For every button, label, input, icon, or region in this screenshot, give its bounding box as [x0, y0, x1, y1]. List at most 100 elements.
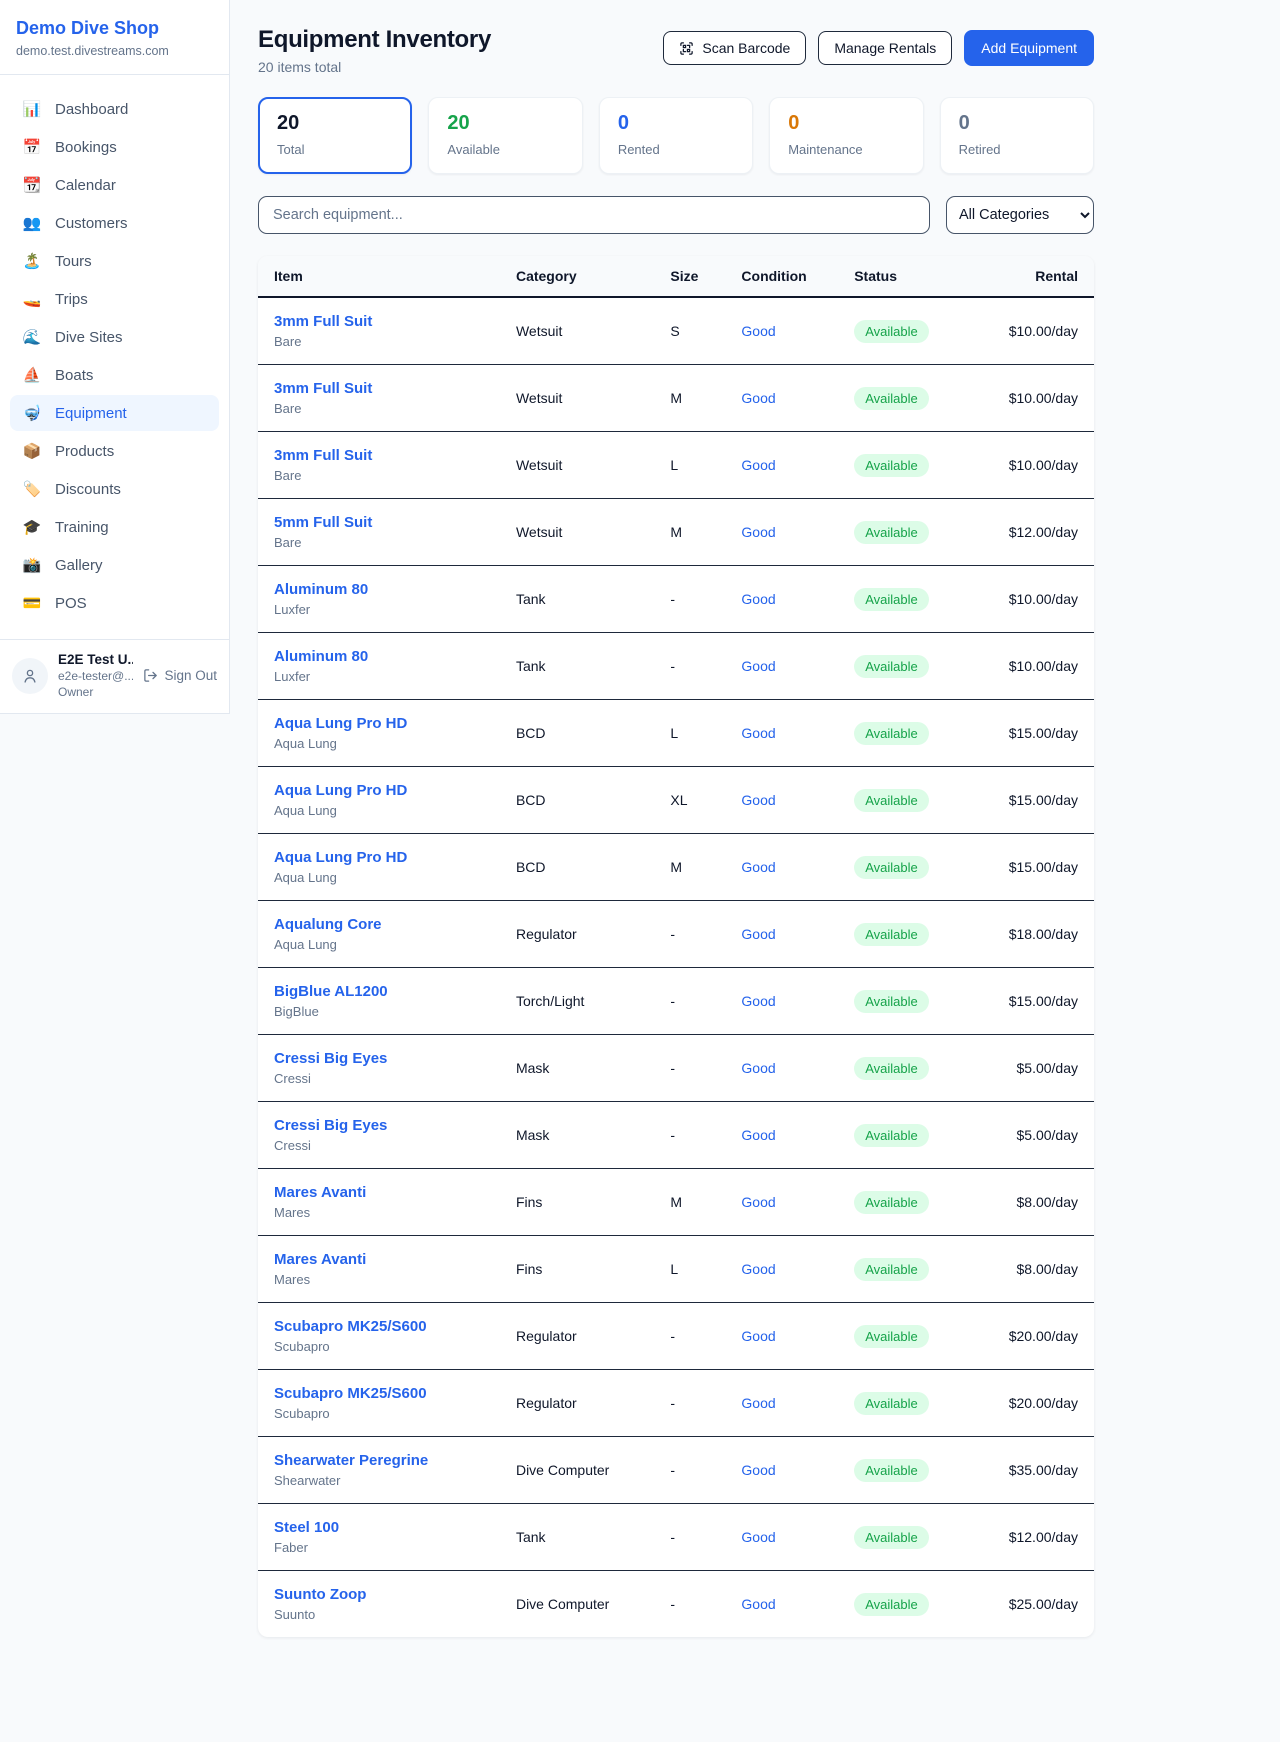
- sign-out-button[interactable]: Sign Out: [143, 668, 217, 683]
- item-name-link[interactable]: Aqualung Core: [274, 916, 484, 933]
- sidebar-item-products[interactable]: 📦 Products: [10, 433, 219, 469]
- column-header-condition: Condition: [725, 256, 838, 297]
- item-name-link[interactable]: Suunto Zoop: [274, 1586, 484, 1603]
- item-brand: Bare: [274, 535, 484, 550]
- item-size: M: [654, 365, 725, 432]
- item-condition: Good: [725, 633, 838, 700]
- barcode-scan-icon: [679, 41, 694, 56]
- status-badge: Available: [854, 1057, 929, 1080]
- item-name-link[interactable]: 5mm Full Suit: [274, 514, 484, 531]
- stat-card-available[interactable]: 20 Available: [428, 97, 582, 174]
- sidebar-item-trips[interactable]: 🚤 Trips: [10, 281, 219, 317]
- sidebar: Demo Dive Shop demo.test.divestreams.com…: [0, 0, 230, 714]
- item-category: Regulator: [500, 901, 654, 968]
- item-brand: Faber: [274, 1540, 484, 1555]
- item-name-link[interactable]: 3mm Full Suit: [274, 447, 484, 464]
- item-brand: Bare: [274, 468, 484, 483]
- people-icon: 👥: [22, 214, 42, 232]
- item-name-link[interactable]: Mares Avanti: [274, 1251, 484, 1268]
- item-rental-rate: $15.00/day: [993, 968, 1094, 1035]
- manage-rentals-button[interactable]: Manage Rentals: [818, 31, 952, 65]
- item-rental-rate: $10.00/day: [993, 297, 1094, 365]
- table-row: Aqua Lung Pro HD Aqua Lung BCD L Good Av…: [258, 700, 1094, 767]
- item-condition: Good: [725, 566, 838, 633]
- item-condition: Good: [725, 1571, 838, 1638]
- item-brand: Aqua Lung: [274, 736, 484, 751]
- item-size: -: [654, 566, 725, 633]
- item-category: Fins: [500, 1236, 654, 1303]
- item-size: XL: [654, 767, 725, 834]
- item-category: Tank: [500, 1504, 654, 1571]
- sidebar-item-tours[interactable]: 🏝️ Tours: [10, 243, 219, 279]
- item-category: Fins: [500, 1169, 654, 1236]
- item-name-link[interactable]: Aqua Lung Pro HD: [274, 782, 484, 799]
- scan-barcode-button[interactable]: Scan Barcode: [663, 31, 806, 65]
- item-name-link[interactable]: Aqua Lung Pro HD: [274, 849, 484, 866]
- item-rental-rate: $10.00/day: [993, 633, 1094, 700]
- sidebar-item-dive-sites[interactable]: 🌊 Dive Sites: [10, 319, 219, 355]
- table-row: Aluminum 80 Luxfer Tank - Good Available…: [258, 566, 1094, 633]
- stat-value: 20: [447, 112, 563, 135]
- item-name-link[interactable]: Cressi Big Eyes: [274, 1117, 484, 1134]
- status-badge: Available: [854, 990, 929, 1013]
- sidebar-item-gallery[interactable]: 📸 Gallery: [10, 547, 219, 583]
- shop-name[interactable]: Demo Dive Shop: [16, 18, 213, 39]
- item-name-link[interactable]: Mares Avanti: [274, 1184, 484, 1201]
- item-size: M: [654, 499, 725, 566]
- table-row: Cressi Big Eyes Cressi Mask - Good Avail…: [258, 1035, 1094, 1102]
- item-name-link[interactable]: Scubapro MK25/S600: [274, 1318, 484, 1335]
- sidebar-item-training[interactable]: 🎓 Training: [10, 509, 219, 545]
- item-condition: Good: [725, 1169, 838, 1236]
- item-rental-rate: $8.00/day: [993, 1236, 1094, 1303]
- item-name-link[interactable]: Cressi Big Eyes: [274, 1050, 484, 1067]
- stat-card-retired[interactable]: 0 Retired: [940, 97, 1094, 174]
- stat-card-maintenance[interactable]: 0 Maintenance: [769, 97, 923, 174]
- stat-card-rented[interactable]: 0 Rented: [599, 97, 753, 174]
- item-name-link[interactable]: Aluminum 80: [274, 648, 484, 665]
- bar-chart-icon: 📊: [22, 100, 42, 118]
- item-name-link[interactable]: Steel 100: [274, 1519, 484, 1536]
- item-name-link[interactable]: 3mm Full Suit: [274, 380, 484, 397]
- sidebar-item-boats[interactable]: ⛵ Boats: [10, 357, 219, 393]
- column-header-rental: Rental: [993, 256, 1094, 297]
- sidebar-item-label: Boats: [55, 367, 93, 384]
- tag-icon: 🏷️: [22, 480, 42, 498]
- item-category: Torch/Light: [500, 968, 654, 1035]
- sidebar-item-dashboard[interactable]: 📊 Dashboard: [10, 91, 219, 127]
- credit-card-icon: 💳: [22, 594, 42, 612]
- sidebar-item-pos[interactable]: 💳 POS: [10, 585, 219, 621]
- status-badge: Available: [854, 722, 929, 745]
- sailboat-icon: ⛵: [22, 366, 42, 384]
- item-name-link[interactable]: Aluminum 80: [274, 581, 484, 598]
- main-content: Equipment Inventory 20 items total Scan …: [230, 0, 1094, 1742]
- item-name-link[interactable]: Shearwater Peregrine: [274, 1452, 484, 1469]
- item-brand: Mares: [274, 1272, 484, 1287]
- item-name-link[interactable]: Scubapro MK25/S600: [274, 1385, 484, 1402]
- sidebar-item-calendar[interactable]: 📆 Calendar: [10, 167, 219, 203]
- sidebar-item-discounts[interactable]: 🏷️ Discounts: [10, 471, 219, 507]
- item-name-link[interactable]: Aqua Lung Pro HD: [274, 715, 484, 732]
- add-equipment-button[interactable]: Add Equipment: [964, 30, 1094, 66]
- item-name-link[interactable]: BigBlue AL1200: [274, 983, 484, 1000]
- status-badge: Available: [854, 387, 929, 410]
- category-filter-select[interactable]: All Categories: [946, 196, 1094, 234]
- sidebar-item-bookings[interactable]: 📅 Bookings: [10, 129, 219, 165]
- item-condition: Good: [725, 365, 838, 432]
- search-input[interactable]: [258, 196, 930, 234]
- sidebar-item-label: Products: [55, 443, 114, 460]
- sidebar-item-customers[interactable]: 👥 Customers: [10, 205, 219, 241]
- item-size: -: [654, 901, 725, 968]
- item-category: Dive Computer: [500, 1571, 654, 1638]
- sign-out-label: Sign Out: [164, 668, 217, 683]
- stat-label: Available: [447, 142, 563, 157]
- sidebar-item-equipment[interactable]: 🤿 Equipment: [10, 395, 219, 431]
- stat-value: 0: [788, 112, 904, 135]
- item-category: Mask: [500, 1035, 654, 1102]
- stat-card-total[interactable]: 20 Total: [258, 97, 412, 174]
- item-brand: Luxfer: [274, 669, 484, 684]
- item-size: -: [654, 1035, 725, 1102]
- table-header-row: Item Category Size Condition Status Rent…: [258, 256, 1094, 297]
- item-condition: Good: [725, 1437, 838, 1504]
- item-condition: Good: [725, 1303, 838, 1370]
- item-name-link[interactable]: 3mm Full Suit: [274, 313, 484, 330]
